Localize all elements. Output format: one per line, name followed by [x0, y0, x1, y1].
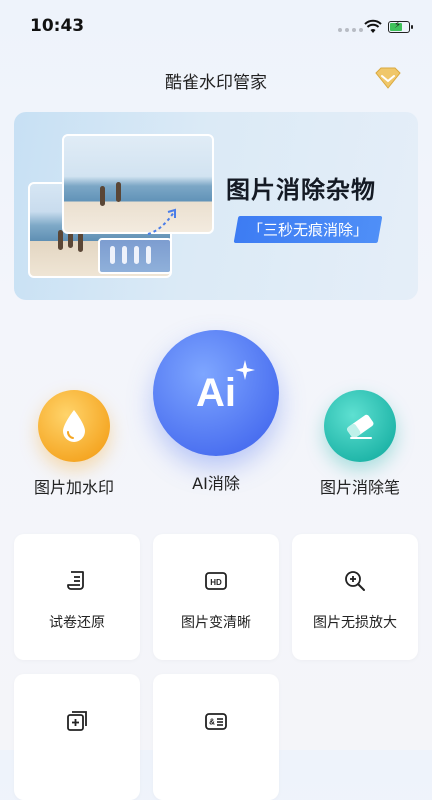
dashed-arrow-icon — [147, 208, 176, 235]
promo-banner[interactable]: 图片消除杂物 「三秒无痕消除」 — [14, 112, 418, 300]
feature-eraser-label: 图片消除笔 — [319, 478, 400, 497]
feature-ai-circle: Ai — [153, 330, 279, 456]
drop-icon — [63, 410, 85, 442]
sparkle-icon — [235, 359, 255, 380]
feature-add-watermark[interactable]: 图片加水印 — [22, 390, 126, 498]
tool-paper-restore-label: 试卷还原 — [49, 615, 105, 631]
wifi-icon — [364, 19, 382, 33]
banner-tag-label: 「三秒无痕消除」 — [248, 221, 369, 239]
feature-ai-label: AI消除 — [192, 474, 240, 493]
banner-tag: 「三秒无痕消除」 — [233, 216, 383, 243]
banner-photo-after — [62, 134, 214, 234]
tool-lossless-upscale[interactable]: 图片无损放大 — [292, 534, 418, 660]
feature-eraser-circle — [324, 390, 396, 462]
tool-paper-restore[interactable]: 试卷还原 — [14, 534, 140, 660]
banner-title: 图片消除杂物 — [226, 176, 376, 204]
feature-watermark-circle — [38, 390, 110, 462]
paper-scroll-icon — [64, 568, 90, 594]
hd-icon-text: HD — [210, 578, 222, 587]
id-card-icon: & — [203, 708, 229, 734]
eraser-icon — [347, 414, 374, 439]
feature-ai-remove[interactable]: Ai AI消除 — [146, 330, 286, 494]
diamond-icon — [375, 67, 401, 89]
status-bar: 10:43 ⚡ — [0, 0, 432, 56]
feature-eraser-pen[interactable]: 图片消除笔 — [302, 390, 418, 498]
feature-watermark-label: 图片加水印 — [33, 478, 114, 497]
tool-lossless-upscale-label: 图片无损放大 — [313, 615, 397, 631]
tool-card-4[interactable] — [14, 674, 140, 800]
svg-text:&: & — [209, 718, 215, 727]
add-layer-icon — [64, 708, 90, 734]
zoom-in-icon — [342, 568, 368, 594]
hd-icon: HD — [203, 568, 229, 594]
vip-diamond-button[interactable] — [372, 64, 404, 92]
tool-hd-enhance[interactable]: HD 图片变清晰 — [153, 534, 279, 660]
tool-card-5[interactable]: & — [153, 674, 279, 800]
ai-sparkle-icon: Ai — [196, 359, 255, 416]
app-title: 酷雀水印管家 — [165, 73, 267, 93]
ai-icon-text: Ai — [196, 370, 236, 415]
status-time: 10:43 — [30, 16, 85, 36]
tool-hd-enhance-label: 图片变清晰 — [181, 615, 251, 631]
banner-photo-removed — [98, 238, 172, 274]
battery-icon: ⚡ — [388, 20, 413, 33]
cellular-signal-icon — [338, 28, 363, 32]
